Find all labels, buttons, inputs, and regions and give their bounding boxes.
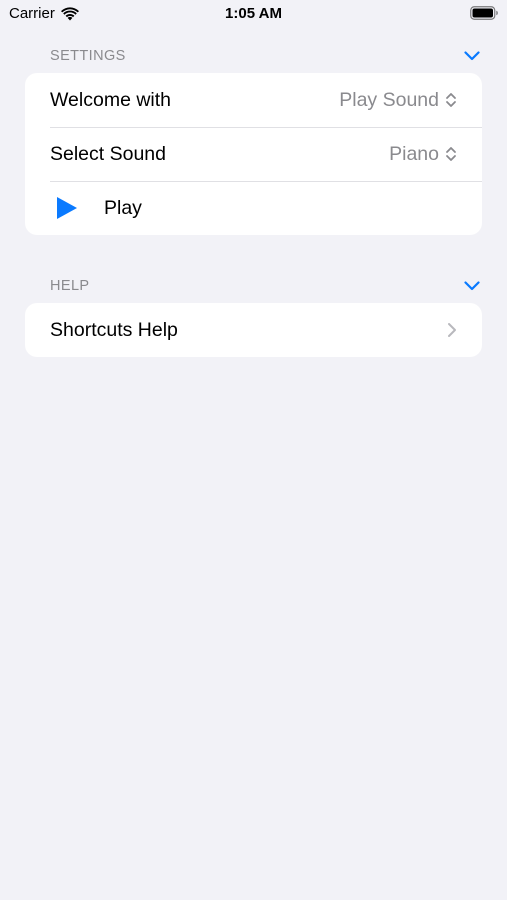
shortcuts-help-row[interactable]: Shortcuts Help <box>25 303 482 357</box>
welcome-with-picker[interactable]: Play Sound <box>339 89 457 112</box>
status-time: 1:05 AM <box>225 5 282 22</box>
select-sound-picker[interactable]: Piano <box>389 143 457 166</box>
help-section-header: HELP <box>50 276 482 296</box>
play-icon <box>57 197 77 219</box>
battery-icon <box>470 6 498 20</box>
up-down-chevron-icon <box>446 93 456 107</box>
chevron-down-icon <box>464 281 480 291</box>
select-sound-row[interactable]: Select Sound Piano <box>25 127 482 181</box>
help-card: Shortcuts Help <box>25 303 482 357</box>
help-section-title: HELP <box>50 278 90 294</box>
settings-section-title: SETTINGS <box>50 48 126 64</box>
shortcuts-help-disclosure <box>447 322 457 338</box>
up-down-chevron-icon <box>446 147 456 161</box>
welcome-with-value: Play Sound <box>339 88 439 111</box>
play-button[interactable]: Play <box>25 181 482 235</box>
status-bar: Carrier 1:05 AM <box>0 0 507 30</box>
chevron-down-icon <box>464 51 480 61</box>
shortcuts-help-label: Shortcuts Help <box>50 318 178 341</box>
select-sound-label: Select Sound <box>50 142 167 165</box>
settings-collapse-toggle[interactable] <box>462 49 482 63</box>
settings-card: Welcome with Play Sound Select Sound Pia… <box>25 73 482 235</box>
play-label: Play <box>104 196 142 219</box>
welcome-with-row[interactable]: Welcome with Play Sound <box>25 73 482 127</box>
welcome-with-label: Welcome with <box>50 88 172 111</box>
help-collapse-toggle[interactable] <box>462 279 482 293</box>
chevron-right-icon <box>448 323 456 337</box>
select-sound-value: Piano <box>389 142 439 165</box>
settings-section-header: SETTINGS <box>50 46 482 66</box>
